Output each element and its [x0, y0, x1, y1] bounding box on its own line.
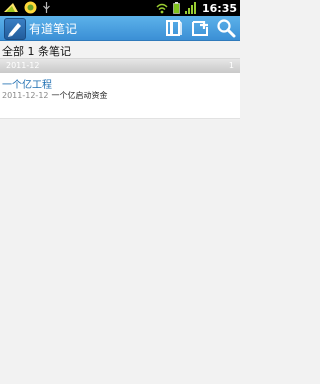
app-logo	[4, 18, 26, 40]
add-note-icon	[192, 21, 208, 36]
note-date: 2011-12-12	[2, 91, 49, 100]
notebook-icon	[166, 20, 182, 36]
title-bar: 有道笔记	[0, 16, 240, 41]
status-right: 16:35	[156, 0, 237, 16]
note-preview: 一个亿启动资金	[51, 91, 108, 100]
list-item[interactable]: 一个亿工程 2011-12-12 一个亿启动资金	[0, 73, 240, 118]
section-date: 2011-12	[6, 61, 40, 70]
search-icon	[217, 19, 236, 38]
section-count: 1	[228, 61, 234, 70]
pen-note-icon	[8, 23, 21, 37]
note-meta: 2011-12-12 一个亿启动资金	[2, 90, 108, 101]
note-title: 一个亿工程	[2, 80, 52, 91]
status-clock: 16:35	[201, 1, 237, 15]
cell-signal-icon	[184, 2, 196, 14]
note-count-summary: 全部 1 条笔记	[2, 45, 71, 58]
android-app-icon	[24, 1, 37, 14]
status-left	[3, 1, 51, 14]
month-section-header: 2011-12 1	[0, 58, 240, 74]
notebook-button[interactable]	[164, 18, 184, 38]
signal-weak-icon	[4, 3, 18, 12]
app-title: 有道笔记	[29, 22, 78, 36]
note-list: 一个亿工程 2011-12-12 一个亿启动资金	[0, 73, 240, 119]
wifi-icon	[156, 3, 168, 13]
add-note-button[interactable]	[190, 18, 210, 38]
search-button[interactable]	[216, 18, 236, 38]
usb-icon	[43, 2, 50, 13]
battery-charging-icon	[173, 2, 180, 14]
status-bar: 16:35	[0, 0, 240, 16]
